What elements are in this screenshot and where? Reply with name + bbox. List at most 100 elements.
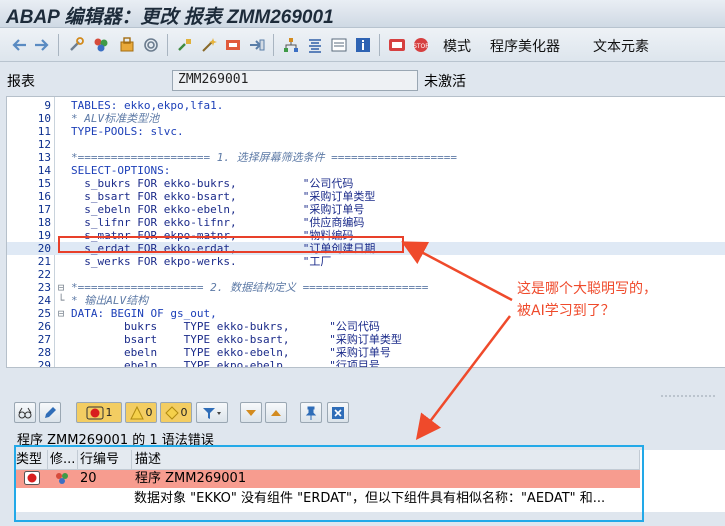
code-text: bukrs TYPE ekko-bukrs, "公司代码 [71, 320, 380, 333]
panel-splitter[interactable] [0, 368, 725, 398]
info-filter-button[interactable]: 0 [160, 402, 192, 423]
next-button[interactable] [240, 402, 262, 423]
info-icon[interactable] [354, 36, 372, 54]
program-label: 报表 [7, 74, 35, 90]
session-breakpoint-icon[interactable]: STOP [412, 36, 430, 54]
code-text: *=================== 2. 数据结构定义 =========… [71, 281, 429, 294]
code-line[interactable]: 28 ebeln TYPE ekko-ebeln, "采购订单号 [7, 346, 725, 359]
line-number: 16 [37, 190, 51, 203]
column-header-modified[interactable]: 修... [48, 450, 78, 470]
error-summary: 程序 ZMM269001 的 1 语法错误 [17, 433, 214, 448]
mode-button[interactable]: 模式 [443, 36, 471, 56]
pretty-icon[interactable] [306, 36, 324, 54]
back-arrow-icon[interactable] [10, 36, 28, 54]
fold-marker[interactable]: └ [55, 294, 67, 307]
glasses-icon [18, 407, 32, 418]
code-text: DATA: BEGIN OF gs_out, [71, 307, 217, 320]
table-row[interactable]: 20 程序 ZMM269001 [14, 470, 640, 488]
test-icon[interactable] [224, 36, 242, 54]
code-line[interactable]: 12 [7, 138, 725, 151]
previous-button[interactable] [265, 402, 287, 423]
code-line[interactable]: 21 s_werks FOR ekpo-werks. "工厂 [7, 255, 725, 268]
hierarchy-icon[interactable] [282, 36, 300, 54]
display-object-button[interactable] [14, 402, 36, 423]
svg-text:STOP: STOP [413, 43, 429, 50]
code-text: TABLES: ekko,ekpo,lfa1. [71, 99, 224, 112]
pin-button[interactable] [300, 402, 322, 423]
line-number: 23 [37, 281, 51, 294]
object-icon[interactable] [92, 36, 110, 54]
code-text: * ALV标准类型池 [71, 112, 160, 125]
splitter-grip[interactable] [660, 395, 716, 397]
code-line[interactable]: 18 s_lifnr FOR ekko-lifnr, "供应商编码 [7, 216, 725, 229]
column-header-line[interactable]: 行编号 [78, 450, 132, 470]
program-name-field[interactable]: ZMM269001 [172, 70, 418, 91]
program-row: 报表 ZMM269001 未激活 [0, 62, 725, 96]
column-header-description[interactable]: 描述 [132, 450, 640, 470]
warning-icon [129, 405, 144, 419]
frame-icon[interactable] [330, 36, 348, 54]
column-header-type[interactable]: 类型 [14, 450, 48, 470]
line-number: 17 [37, 203, 51, 216]
code-line[interactable]: 20 s_erdat FOR ekko-erdat, "订单创建日期 [7, 242, 725, 255]
code-line[interactable]: 29 ebelp TYPE ekpo-ebelp, "行项目号 [7, 359, 725, 368]
code-line[interactable]: 9 TABLES: ekko,ekpo,lfa1. [7, 99, 725, 112]
code-line[interactable]: 17 s_ebeln FOR ekko-ebeln, "采购订单号 [7, 203, 725, 216]
error-line-number: 20 [80, 471, 97, 486]
errors-filter-button[interactable]: 1 [76, 402, 122, 423]
code-text: SELECT-OPTIONS: [71, 164, 171, 177]
line-number: 27 [37, 333, 51, 346]
modified-icon [54, 471, 70, 491]
code-text: bsart TYPE ekko-bsart, "采购订单类型 [71, 333, 402, 346]
program-status: 未激活 [424, 74, 466, 90]
error-program: 程序 ZMM269001 [135, 471, 247, 486]
code-text: ebelp TYPE ekpo-ebelp, "行项目号 [71, 359, 380, 368]
code-line[interactable]: 14 SELECT-OPTIONS: [7, 164, 725, 177]
title-bar: ABAP 编辑器：更改 报表 ZMM269001 [0, 0, 725, 28]
window-title: ABAP 编辑器：更改 报表 ZMM269001 [6, 7, 334, 28]
text-elements-button[interactable]: 文本元素 [593, 36, 649, 56]
code-line[interactable]: 11 TYPE-POOLS: slvc. [7, 125, 725, 138]
toggle-display-icon[interactable] [118, 36, 136, 54]
forward-arrow-icon[interactable] [33, 36, 51, 54]
code-text: s_lifnr FOR ekko-lifnr, "供应商编码 [71, 216, 365, 229]
info-count: 0 [180, 406, 188, 419]
edit-button[interactable] [39, 402, 61, 423]
code-line[interactable]: 13 *==================== 1. 选择屏幕筛选条件 ====… [7, 151, 725, 164]
close-panel-button[interactable] [327, 402, 349, 423]
code-editor[interactable]: 9 TABLES: ekko,ekpo,lfa1. 10 * ALV标准类型池 11 TY… [6, 96, 725, 368]
pin-icon [305, 406, 317, 420]
code-text: TYPE-POOLS: slvc. [71, 125, 184, 138]
pretty-printer-button[interactable]: 程序美化器 [490, 36, 560, 56]
error-table: 类型 修... 行编号 描述 20 程序 ZMM269001 数据对象 "EKK… [14, 450, 725, 512]
where-used-icon[interactable] [142, 36, 160, 54]
code-line[interactable]: 10 * ALV标准类型池 [7, 112, 725, 125]
fold-marker[interactable]: ⊟ [55, 307, 67, 320]
breakpoint-icon[interactable] [388, 36, 406, 54]
warnings-filter-button[interactable]: 0 [125, 402, 157, 423]
code-line[interactable]: 16 s_bsart FOR ekko-bsart, "采购订单类型 [7, 190, 725, 203]
line-number: 29 [37, 359, 51, 368]
error-count: 1 [105, 406, 113, 419]
object-list-icon[interactable] [248, 36, 266, 54]
check-icon[interactable] [176, 36, 194, 54]
activate-icon[interactable] [200, 36, 218, 54]
fold-marker[interactable]: ⊟ [55, 281, 67, 294]
filter-button[interactable] [196, 402, 228, 423]
diamond-icon [164, 405, 179, 420]
code-line[interactable]: 19 s_matnr FOR ekpo-matnr, "物料编码 [7, 229, 725, 242]
line-number: 15 [37, 177, 51, 190]
tools-icon[interactable] [67, 36, 85, 54]
annotation-line-1: 这是哪个大聪明写的， [517, 281, 657, 297]
code-line[interactable]: 15 s_bukrs FOR ekko-bukrs, "公司代码 [7, 177, 725, 190]
line-number: 12 [37, 138, 51, 151]
code-text: s_werks FOR ekpo-werks. "工厂 [71, 255, 332, 268]
error-type-icon [24, 471, 40, 491]
line-number: 25 [37, 307, 51, 320]
line-number: 13 [37, 151, 51, 164]
code-text: ebeln TYPE ekko-ebeln, "采购订单号 [71, 346, 391, 359]
line-number: 21 [37, 255, 51, 268]
application-toolbar: STOP 模式 程序美化器 文本元素 [0, 28, 725, 62]
line-number: 11 [37, 125, 51, 138]
code-line[interactable]: 27 bsart TYPE ekko-bsart, "采购订单类型 [7, 333, 725, 346]
